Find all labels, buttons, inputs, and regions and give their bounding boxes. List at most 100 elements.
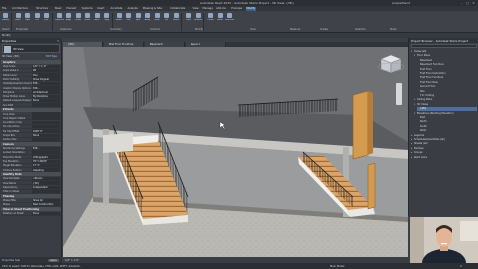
ribbon-tab-analyze[interactable]: Analyze [127,7,139,11]
browser-tree-item[interactable]: South [417,125,477,129]
browser-tree-item[interactable]: First Floor New [417,81,477,85]
browser-tree-item[interactable]: Site [417,90,477,94]
property-value-field[interactable] [32,124,60,129]
browser-tree-item[interactable]: ▸ Revit Links [411,156,477,160]
properties-help-link[interactable]: Properties help [2,259,20,262]
browser-tree-item[interactable]: First Floor Demolition [417,72,477,76]
ribbon-tab-manage[interactable]: Manage [202,7,214,11]
apply-button[interactable]: Apply [48,258,59,262]
browser-tree-item[interactable]: T.O. Footing [417,94,477,98]
browser-tree-item[interactable]: Basement [417,59,477,63]
navigation-bar[interactable] [396,83,402,105]
ribbon-tab-structure[interactable]: Structure [35,7,49,11]
property-row[interactable]: Rotation on Sheet None [1,211,61,216]
close-tab-icon[interactable]: ✕ [68,43,101,46]
ribbon-tab-steel[interactable]: Steel [54,7,63,11]
drawing-canvas[interactable] [63,47,408,257]
maximize-icon[interactable]: □ [465,1,470,5]
ribbon-tab-modify[interactable]: Modify [245,6,257,11]
properties-section-view-in-sheet-positioning[interactable]: View in Sheet Positioning [1,207,61,212]
property-value-field[interactable] [32,103,60,107]
browser-tree-item[interactable]: ▸ Schedules/Quantities (all) [411,138,477,142]
browser-tree-item[interactable]: ▾ Views (all) [411,50,477,54]
properties-section-extents[interactable]: Extents [1,107,61,112]
ribbon-button-array[interactable]: Array [144,13,151,25]
ribbon-button-mirror[interactable]: Mirror [84,13,91,25]
properties-section-phasing[interactable]: Phasing [1,194,61,199]
ribbon-tab-precast[interactable]: Precast [66,7,78,11]
model-3d-view[interactable] [63,47,408,257]
ribbon-button-mode[interactable]: Mode [217,13,224,25]
ribbon-tab-add-ins[interactable]: Add-Ins [215,7,227,11]
properties-section-graphics[interactable]: Graphics [1,60,61,64]
ribbon-button-cope[interactable]: Cope [24,13,31,25]
view-scale[interactable]: 1/8" = 1'-0" [65,259,79,262]
ribbon-button-cut[interactable]: Cut [34,13,41,25]
ribbon-tab-massing-site[interactable]: Massing & Site [142,7,163,11]
ribbon-tab-file[interactable]: File [1,7,7,11]
ribbon-button-pin[interactable]: Pin [163,13,170,25]
browser-tree-item[interactable]: ▸ Families [411,147,477,151]
property-value-field[interactable] [32,116,60,120]
ribbon-button-view[interactable]: View [185,13,192,25]
ribbon-button-scale[interactable]: Scale [154,13,161,25]
browser-tree-item[interactable]: ▸ Legends [411,134,477,138]
ribbon-tab-annotate[interactable]: Annotate [110,7,124,11]
properties-section-identity-data[interactable]: Identity Data [1,172,61,177]
browser-tree-item[interactable]: Second Floor [417,85,477,89]
ribbon-button-paste[interactable]: Paste [15,13,22,25]
browser-tree-item[interactable]: ▾ 3D Views [414,103,477,107]
ribbon-tab-enscape[interactable]: Enscape [230,7,243,11]
property-value-field[interactable] [32,112,60,116]
ribbon-button-properties[interactable]: Properties [55,13,64,25]
ribbon-tab-systems[interactable]: Systems [81,7,94,11]
close-tab-icon[interactable]: ✕ [150,43,183,46]
ribbon-button-measure[interactable]: Measure [194,13,202,25]
minimize-icon[interactable]: – [459,1,464,5]
ribbon-button-copy[interactable]: Copy [103,13,110,25]
ribbon-button-split[interactable]: Split [135,13,142,25]
ribbon-button-modify[interactable]: Modify [2,13,9,25]
close-icon[interactable]: ✕ [57,39,59,43]
close-icon[interactable]: ✕ [471,1,476,5]
active-model[interactable]: Main Model [330,265,344,268]
ribbon-button-selection[interactable]: Selection [225,13,234,25]
property-value-field[interactable] [32,189,60,194]
type-selector[interactable]: 3D View [2,44,60,53]
door-lower[interactable] [367,162,376,210]
browser-tree-item[interactable]: East [417,116,477,120]
browser-tree-item[interactable]: Basement Furniture [417,63,477,67]
ribbon-button-rotate[interactable]: Rotate [116,13,123,25]
ribbon-button-create[interactable]: Create [207,13,214,25]
ribbon-button-offset[interactable]: Offset [75,13,82,25]
door-upper[interactable] [352,90,369,160]
browser-tree-item[interactable]: North [417,120,477,124]
ribbon-button-align[interactable]: Align [65,13,72,25]
browser-tree-item[interactable]: ▾ Elevations (Building Elevation) [414,112,477,116]
property-value-field[interactable] [32,150,60,155]
browser-tree-item[interactable]: ▸ Ceiling Plans [414,98,477,102]
close-tab-icon[interactable]: ✕ [191,43,224,46]
browser-tree-item[interactable]: ▸ Sheets (all) [411,142,477,146]
ribbon-button-move[interactable]: Move [94,13,101,25]
browser-tree-item[interactable]: ▾ Floor Plans [414,54,477,58]
browser-tree-item[interactable]: West [417,129,477,133]
instance-filter[interactable]: 3D View: {3D} [2,55,20,58]
property-value-field[interactable] [32,137,60,142]
browser-search-input[interactable] [411,44,477,48]
property-value-field[interactable] [32,120,60,125]
properties-section-camera[interactable]: Camera [1,142,61,147]
ribbon-tab-insert[interactable]: Insert [96,7,105,11]
browser-tree-item[interactable]: ▸ Groups [411,151,477,155]
user-name[interactable]: jmcpartland [392,1,410,5]
ribbon-tab-view[interactable]: View [192,7,200,11]
ribbon-button-delete[interactable]: Delete [173,13,180,25]
close-tab-icon[interactable]: ✕ [109,43,142,46]
ribbon-button-join[interactable]: Join [43,13,50,25]
ribbon-tab-collaborate[interactable]: Collaborate [169,7,186,11]
browser-tree-item[interactable]: First Floor [417,68,477,72]
edit-type-button[interactable]: Edit Type [46,55,57,58]
ribbon-tab-architecture[interactable]: Architecture [11,7,29,11]
browser-tree-item[interactable]: First Floor Furniture [417,76,477,80]
browser-tree-item[interactable]: {3D} [417,107,477,112]
